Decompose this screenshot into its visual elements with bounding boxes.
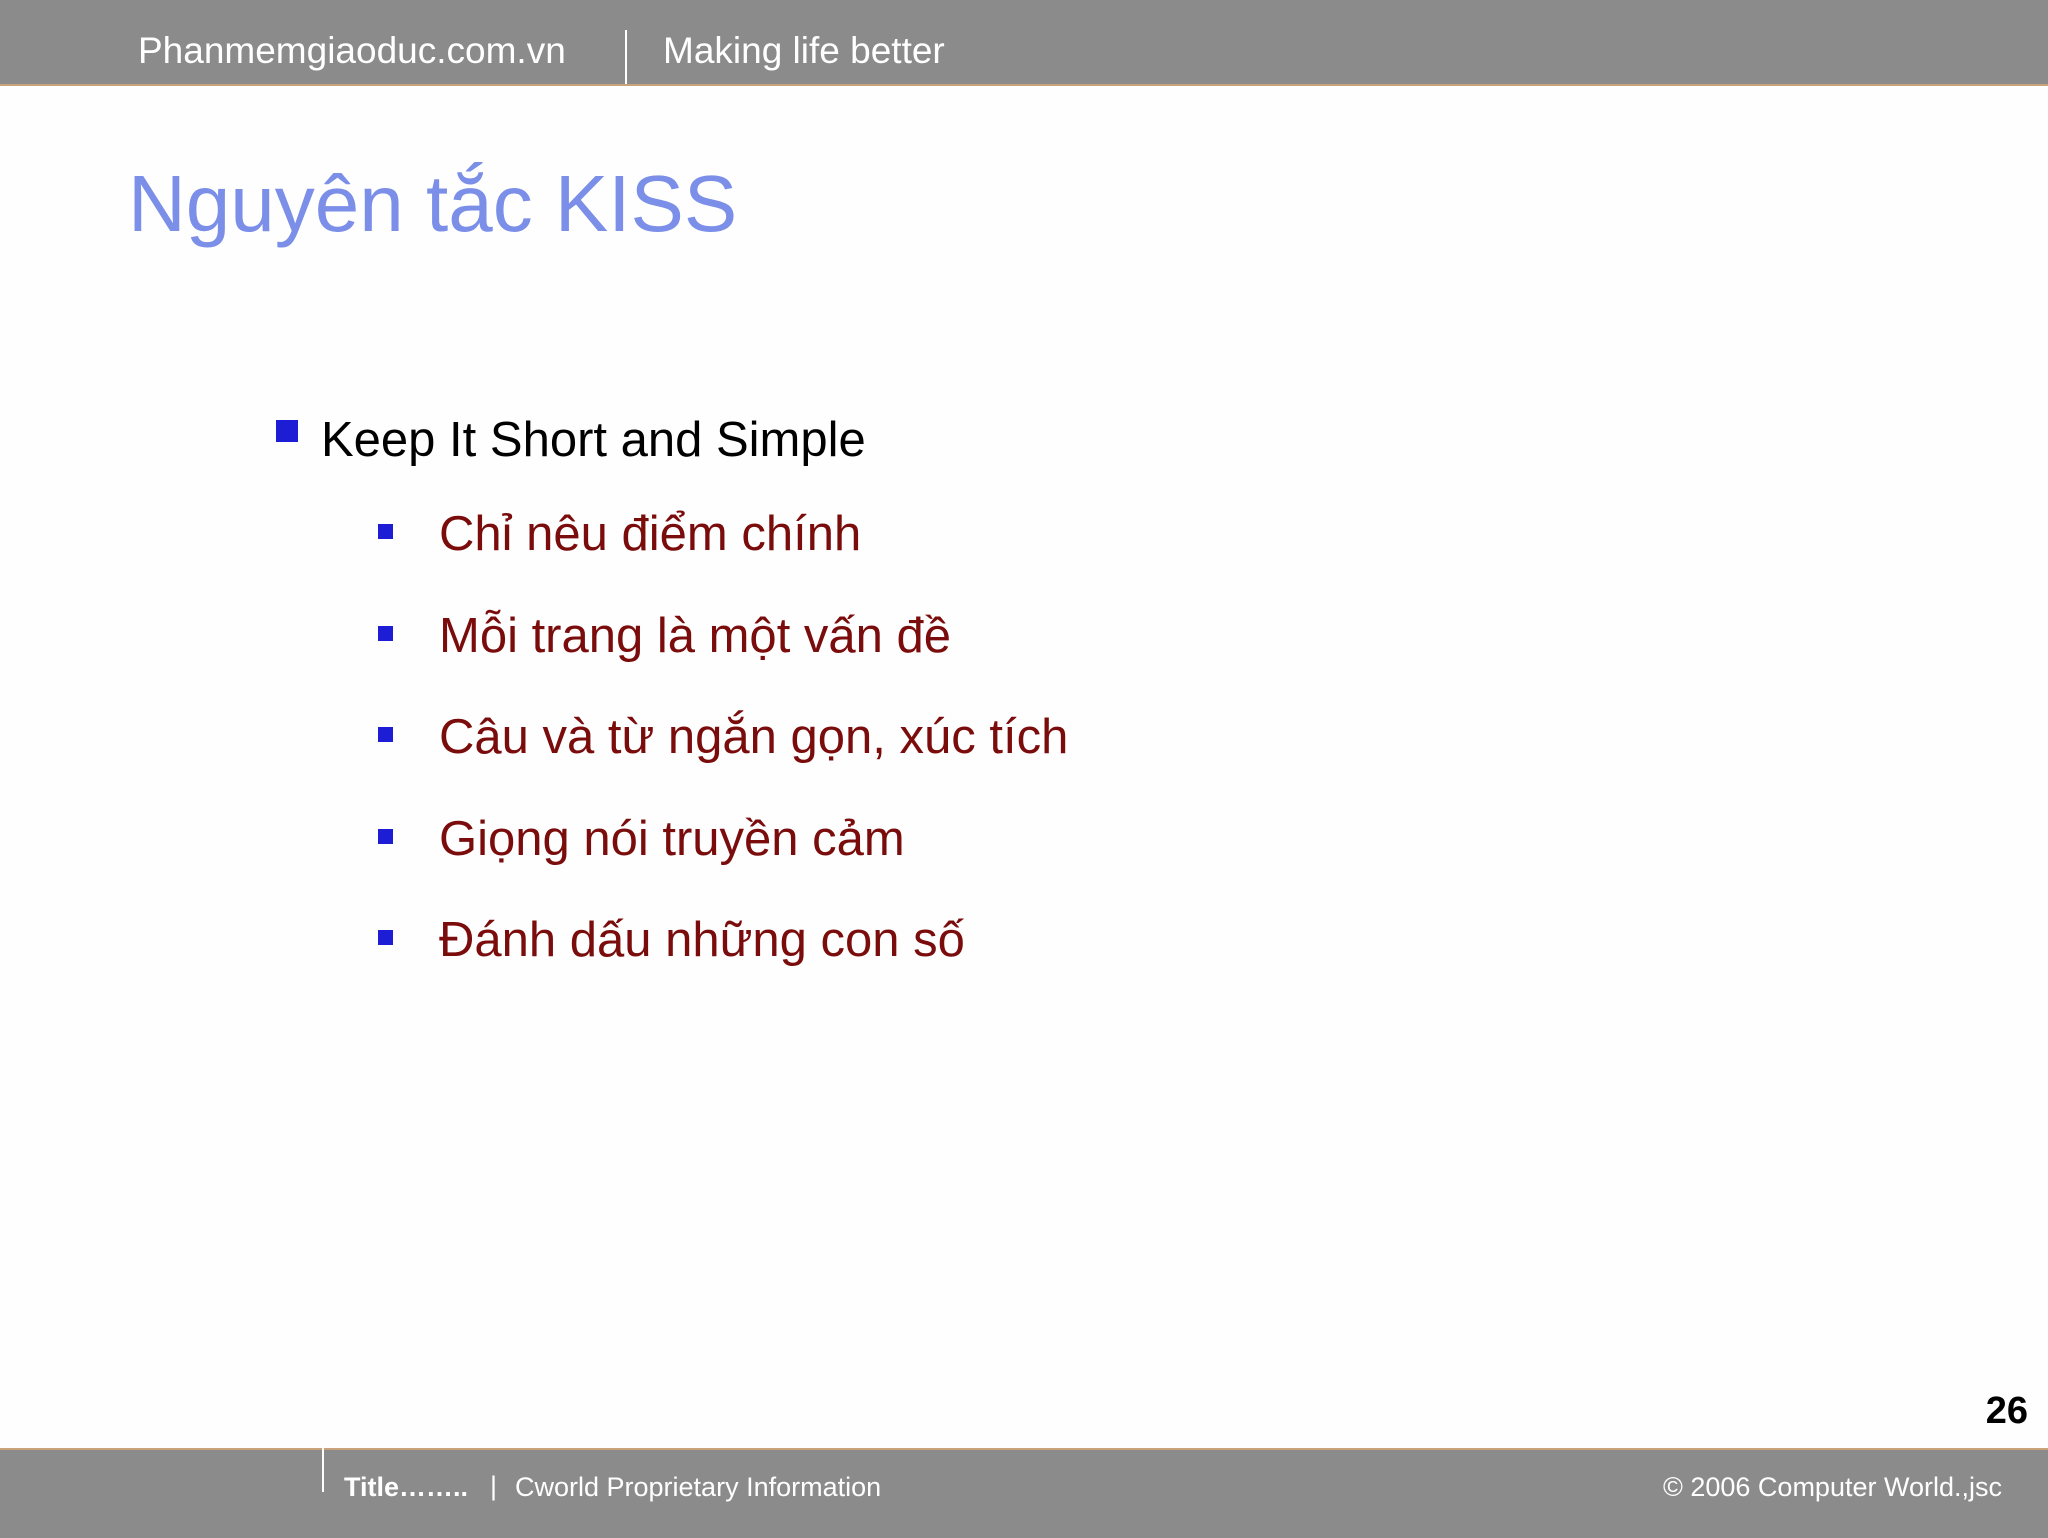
square-bullet-icon [276, 420, 298, 442]
header-divider [625, 30, 627, 84]
header-bar: Phanmemgiaoduc.com.vn Making life better [0, 0, 2048, 86]
header-site-name: Phanmemgiaoduc.com.vn [138, 30, 566, 71]
sub-bullet-text: Đánh dấu những con số [439, 913, 965, 967]
sub-bullet-text: Câu và từ ngắn gọn, xúc tích [439, 710, 1069, 764]
footer-title: Title…….. [344, 1472, 469, 1502]
square-bullet-icon [378, 930, 393, 945]
sub-bullet-text: Mỗi trang là một vấn đề [439, 608, 952, 663]
square-bullet-icon [378, 727, 393, 742]
sub-bullet-item: Chỉ nêu điểm chính [378, 500, 1278, 602]
square-bullet-icon [378, 524, 393, 539]
slide-title: Nguyên tắc KISS [128, 159, 738, 248]
sub-bullet-text: Chỉ nêu điểm chính [439, 507, 862, 561]
footer-info: Cworld Proprietary Information [515, 1472, 882, 1502]
sub-bullet-item: Giọng nói truyền cảm [378, 805, 1278, 907]
header-tagline: Making life better [663, 30, 945, 71]
square-bullet-icon [378, 625, 393, 641]
footer-separator: | [490, 1471, 498, 1501]
footer-bar: Title…….. | Cworld Proprietary Informati… [0, 1446, 2048, 1538]
sub-bullet-item: Đánh dấu những con số [378, 906, 1278, 1008]
sub-bullet-item: Câu và từ ngắn gọn, xúc tích [378, 703, 1278, 805]
slide: Phanmemgiaoduc.com.vn Making life better… [0, 0, 2048, 1538]
sub-bullet-text: Giọng nói truyền cảm [439, 811, 905, 866]
page-number: 26 [1985, 1390, 2028, 1432]
sub-bullet-list: Chỉ nêu điểm chính Mỗi trang là một vấn … [378, 500, 1278, 1008]
footer-copyright: © 2006 Computer World.,jsc [1662, 1472, 2002, 1502]
sub-bullet-item: Mỗi trang là một vấn đề [378, 602, 1278, 704]
footer-divider [322, 1446, 324, 1492]
main-bullet-text: Keep It Short and Simple [321, 413, 866, 467]
square-bullet-icon [378, 828, 393, 844]
